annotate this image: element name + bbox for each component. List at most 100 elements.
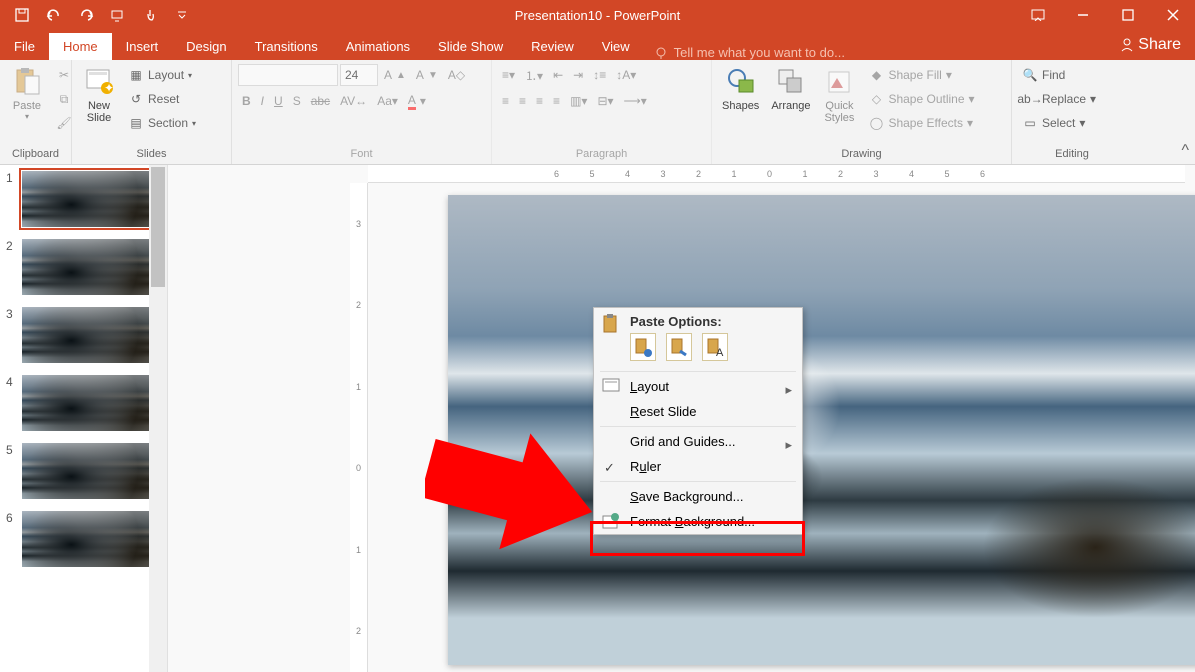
thumbnail-slide-6[interactable]: 6 [0,505,167,573]
align-right-button[interactable]: ≡ [532,90,547,112]
align-left-button[interactable]: ≡ [498,90,513,112]
font-color-button[interactable]: A▾ [404,90,430,112]
group-font: 24 A▲ A▼ A◇ B I U S abc AV↔ Aa▾ A▾ Font [232,60,492,164]
thumbnail-slide-2[interactable]: 2 [0,233,167,301]
format-background-icon [602,513,620,534]
line-spacing-button[interactable]: ↕≡ [589,64,610,86]
tab-animations[interactable]: Animations [332,33,424,60]
tab-design[interactable]: Design [172,33,240,60]
replace-button[interactable]: ab→Replace ▾ [1018,88,1100,110]
decrease-indent-button[interactable]: ⇤ [549,64,567,86]
find-button[interactable]: 🔍Find [1018,64,1100,86]
thumbnail-slide-5[interactable]: 5 [0,437,167,505]
numbering-button[interactable]: ⒈▾ [521,64,547,86]
align-center-button[interactable]: ≡ [515,90,530,112]
tab-transitions[interactable]: Transitions [241,33,332,60]
paste-button[interactable]: Paste ▾ [6,64,48,148]
underline-button[interactable]: U [270,90,287,112]
tab-view[interactable]: View [588,33,644,60]
new-slide-icon: ✦ [83,66,115,98]
change-case-button[interactable]: Aa▾ [373,90,402,112]
thumbnail-slide-4[interactable]: 4 [0,369,167,437]
horizontal-ruler: 6 5 4 3 2 1 0 1 2 3 4 5 6 [368,165,1185,183]
paste-keep-source-formatting[interactable] [666,333,692,361]
outline-icon: ◇ [868,91,884,107]
checkmark-icon: ✓ [604,460,615,476]
save-button[interactable] [8,1,36,29]
person-icon [1120,38,1134,52]
menu-save-background[interactable]: Save Background... [594,484,802,509]
annotation-arrow [425,430,595,560]
section-icon: ▤ [128,115,144,131]
bullets-button[interactable]: ≡▾ [498,64,519,86]
new-slide-button[interactable]: ✦ New Slide [78,64,120,148]
quick-styles-icon [823,66,855,98]
collapse-ribbon-button[interactable]: ^ [1181,142,1189,160]
fill-icon: ◆ [868,67,884,83]
menu-ruler[interactable]: ✓ Ruler [594,454,802,479]
shadow-button[interactable]: S [289,90,305,112]
tab-home[interactable]: Home [49,33,112,60]
tell-me-search[interactable]: Tell me what you want to do... [644,45,1107,60]
tab-file[interactable]: File [0,33,49,60]
start-from-beginning-button[interactable] [104,1,132,29]
redo-button[interactable] [72,1,100,29]
char-spacing-button[interactable]: AV↔ [336,90,371,112]
scissors-icon: ✂ [56,67,72,83]
text-direction-button[interactable]: ↕A▾ [612,64,640,86]
section-button[interactable]: ▤Section ▾ [124,112,200,134]
font-name-combo[interactable] [238,64,338,86]
align-text-button[interactable]: ⊟▾ [593,90,617,112]
menu-layout[interactable]: Layout ▸ [594,374,802,399]
justify-button[interactable]: ≡ [549,90,564,112]
undo-button[interactable] [40,1,68,29]
title-bar: Presentation10 - PowerPoint [0,0,1195,30]
select-button[interactable]: ▭Select ▾ [1018,112,1100,134]
share-button[interactable]: Share [1106,30,1195,60]
touch-mode-button[interactable] [136,1,164,29]
thumbnails-scrollbar[interactable] [149,165,167,672]
shapes-button[interactable]: Shapes [718,64,763,148]
shape-outline-button[interactable]: ◇Shape Outline ▾ [864,88,978,110]
group-editing: 🔍Find ab→Replace ▾ ▭Select ▾ Editing [1012,60,1132,164]
thumbnail-slide-3[interactable]: 3 [0,301,167,369]
bold-button[interactable]: B [238,90,255,112]
group-slides: ✦ New Slide ▦Layout ▾ ↺Reset ▤Section ▾ … [72,60,232,164]
paste-text-only[interactable]: A [702,333,728,361]
menu-reset-slide[interactable]: Reset Slide [594,399,802,424]
close-button[interactable] [1150,0,1195,30]
svg-text:A: A [716,347,724,357]
tab-insert[interactable]: Insert [112,33,173,60]
tab-review[interactable]: Review [517,33,588,60]
thumbnail-slide-1[interactable]: 1 [0,165,167,233]
clear-formatting-button[interactable]: A◇ [444,64,469,86]
shape-effects-button[interactable]: ◯Shape Effects ▾ [864,112,978,134]
font-size-combo[interactable]: 24 [340,64,378,86]
quick-styles-button[interactable]: Quick Styles [818,64,860,148]
increase-font-button[interactable]: A▲ [380,64,410,86]
reset-button[interactable]: ↺Reset [124,88,200,110]
strikethrough-button[interactable]: abc [307,90,334,112]
scrollbar-handle[interactable] [151,167,165,287]
columns-button[interactable]: ▥▾ [566,90,591,112]
increase-indent-button[interactable]: ⇥ [569,64,587,86]
layout-button[interactable]: ▦Layout ▾ [124,64,200,86]
shapes-icon [725,66,757,98]
ribbon: Paste ▾ ✂ ⧉ 🖌 Clipboard ✦ New Slide ▦Lay… [0,60,1195,165]
paste-use-destination-theme[interactable] [630,333,656,361]
minimize-button[interactable] [1060,0,1105,30]
qat-customize-button[interactable] [168,1,196,29]
italic-button[interactable]: I [257,90,268,112]
decrease-font-button[interactable]: A▼ [412,64,442,86]
tab-slideshow[interactable]: Slide Show [424,33,517,60]
maximize-button[interactable] [1105,0,1150,30]
smartart-button[interactable]: ⟶▾ [620,90,651,112]
arrange-button[interactable]: Arrange [767,64,814,148]
menu-grid-guides[interactable]: Grid and Guides... ▸ [594,429,802,454]
menu-separator [600,481,796,482]
shape-fill-button[interactable]: ◆Shape Fill ▾ [864,64,978,86]
ribbon-display-options-button[interactable] [1015,0,1060,30]
menu-format-background[interactable]: Format Background... [594,509,802,534]
reset-icon: ↺ [128,91,144,107]
group-drawing: Shapes Arrange Quick Styles ◆Shape Fill … [712,60,1012,164]
